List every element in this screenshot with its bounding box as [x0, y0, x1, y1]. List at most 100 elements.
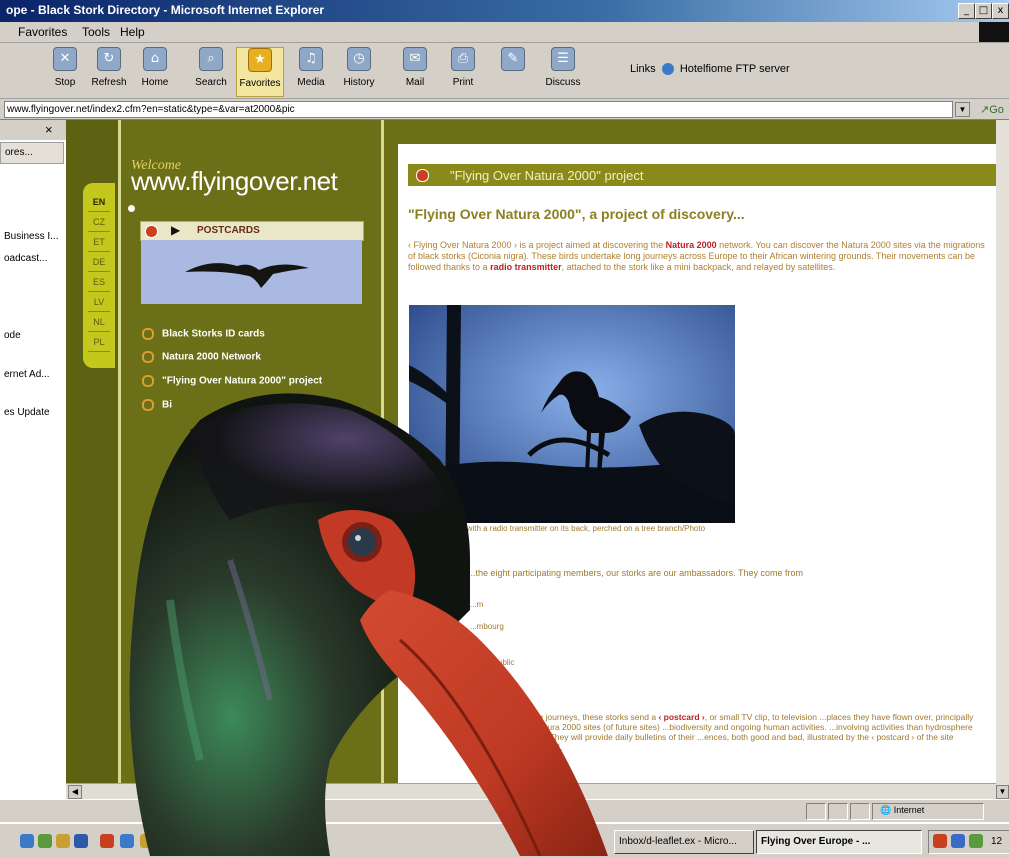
address-dropdown-icon[interactable]: ▼ [955, 102, 970, 117]
country-item: ...h Republic [470, 658, 515, 667]
history-icon: ◷ [347, 47, 371, 71]
clock: 12 [991, 836, 1003, 847]
mail-button[interactable]: ✉ Mail [392, 47, 438, 95]
bullet-icon [128, 205, 135, 212]
bullet-icon [416, 169, 429, 182]
home-button[interactable]: ⌂ Home [132, 47, 178, 95]
quicklaunch-icon[interactable] [160, 834, 174, 848]
nav-item-natura[interactable]: Natura 2000 Network [142, 348, 261, 363]
tray-icon[interactable] [933, 834, 947, 848]
nav-item-project[interactable]: "Flying Over Natura 2000" project [142, 372, 322, 387]
status-cell [850, 803, 870, 820]
stop-icon: ✕ [53, 47, 77, 71]
radio-transmitter-link[interactable]: radio transmitter [490, 262, 562, 272]
nav-item-id-cards[interactable]: Black Storks ID cards [142, 325, 265, 340]
quicklaunch-icon[interactable] [100, 834, 114, 848]
home-icon: ⌂ [143, 47, 167, 71]
panel-close-icon[interactable]: × [45, 122, 53, 137]
lang-et[interactable]: ET [88, 233, 110, 252]
quicklaunch-icon[interactable] [140, 834, 154, 848]
history-label: History [343, 77, 375, 88]
country-item: ...m [470, 600, 484, 609]
vertical-scrollbar[interactable]: ▼ [996, 120, 1009, 799]
print-button[interactable]: ⎙ Print [440, 47, 486, 95]
print-icon: ⎙ [451, 47, 475, 71]
maximize-button[interactable]: □ [975, 3, 992, 19]
lang-es[interactable]: ES [88, 273, 110, 292]
site-logo-text: www.flyingover.net [131, 166, 338, 196]
discuss-button[interactable]: ☰ Discuss [540, 47, 586, 95]
links-item[interactable]: Hotelfiome FTP server [680, 63, 790, 75]
panel-organize-button[interactable]: ores... [0, 142, 64, 164]
search-icon: ⌕ [199, 47, 223, 71]
lang-lv[interactable]: LV [88, 293, 110, 312]
natura-link[interactable]: Natura 2000 [666, 240, 717, 250]
lang-de[interactable]: DE [88, 253, 110, 272]
minimize-button[interactable]: _ [958, 3, 975, 19]
window-title: ope - Black Stork Directory - Microsoft … [6, 3, 325, 17]
menu-help[interactable]: Help [120, 25, 145, 39]
para-text: ...long journeys, these storks send a [520, 712, 659, 722]
status-bar: 🌐 Internet [0, 799, 1009, 822]
stop-label: Stop [54, 77, 76, 88]
scroll-left-icon[interactable]: ◀ [68, 785, 82, 799]
system-tray: 12 [928, 830, 1009, 854]
favorites-label: Favorites [239, 78, 281, 89]
quicklaunch-icon[interactable] [38, 834, 52, 848]
favorites-button[interactable]: ★ Favorites [236, 47, 284, 97]
edit-button[interactable]: ✎ [490, 47, 536, 95]
postcards-header[interactable]: ▶ POSTCARDS [140, 221, 364, 241]
status-cell [828, 803, 848, 820]
nav-bullet-icon [142, 398, 154, 411]
panel-item[interactable]: es Update [4, 407, 50, 418]
quicklaunch-icon[interactable] [20, 834, 34, 848]
quicklaunch-icon[interactable] [120, 834, 134, 848]
address-input[interactable]: www.flyingover.net/index2.cfm?en=static&… [4, 101, 953, 118]
postcard-paragraph: ...long journeys, these storks send a ‹ … [520, 712, 985, 752]
quicklaunch-icon[interactable] [198, 834, 212, 848]
lang-pl[interactable]: PL [88, 333, 110, 352]
nav-item[interactable]: Bi [142, 396, 172, 411]
quicklaunch-icon[interactable] [74, 834, 88, 848]
title-bar: ope - Black Stork Directory - Microsoft … [0, 0, 1009, 22]
nav-label: Bi [162, 399, 172, 411]
media-button[interactable]: ♫ Media [288, 47, 334, 95]
lang-en[interactable]: EN [88, 193, 110, 212]
para-text: ‹ Flying Over Natura 2000 › is a project… [408, 240, 666, 250]
close-button[interactable]: x [992, 3, 1009, 19]
taskbar-button[interactable]: Inbox/d-leaflet.ex - Micro... [614, 830, 754, 854]
search-button[interactable]: ⌕ Search [188, 47, 234, 95]
history-button[interactable]: ◷ History [336, 47, 382, 95]
tray-icon[interactable] [951, 834, 965, 848]
panel-header: × [0, 120, 66, 140]
scroll-down-icon[interactable]: ▼ [996, 785, 1009, 799]
country-item: ...mbourg [470, 622, 504, 631]
photo-caption: ...with a radio transmitter on its back,… [460, 524, 706, 533]
discuss-icon: ☰ [551, 47, 575, 71]
panel-item[interactable]: ode [4, 330, 21, 341]
panel-item[interactable]: oadcast... [4, 253, 47, 264]
taskbar-button-active[interactable]: Flying Over Europe - ... [756, 830, 922, 854]
stop-button[interactable]: ✕ Stop [42, 47, 88, 95]
divider [381, 120, 384, 798]
content-header-title: "Flying Over Natura 2000" project [450, 168, 644, 183]
stork-silhouette-photo [409, 305, 735, 523]
go-icon[interactable]: ↗Go [980, 103, 1004, 116]
nav-bullet-icon [142, 350, 154, 363]
lang-nl[interactable]: NL [88, 313, 110, 332]
horizontal-scrollbar[interactable]: ◀ [66, 783, 996, 799]
divider [118, 120, 121, 798]
country-item: ...e [470, 643, 482, 652]
panel-item[interactable]: Business I... [4, 231, 58, 242]
postcard-link[interactable]: ‹ postcard › [658, 712, 704, 722]
stork-tree-image [409, 305, 735, 523]
refresh-button[interactable]: ↻ Refresh [86, 47, 132, 95]
menu-tools[interactable]: Tools [82, 25, 110, 39]
bullet-icon [145, 225, 158, 238]
quicklaunch-icon[interactable] [56, 834, 70, 848]
tray-icon[interactable] [969, 834, 983, 848]
lang-cz[interactable]: CZ [88, 213, 110, 232]
panel-item[interactable]: ernet Ad... [4, 369, 50, 380]
postcard-image[interactable] [141, 240, 362, 304]
menu-favorites[interactable]: Favorites [18, 25, 67, 39]
